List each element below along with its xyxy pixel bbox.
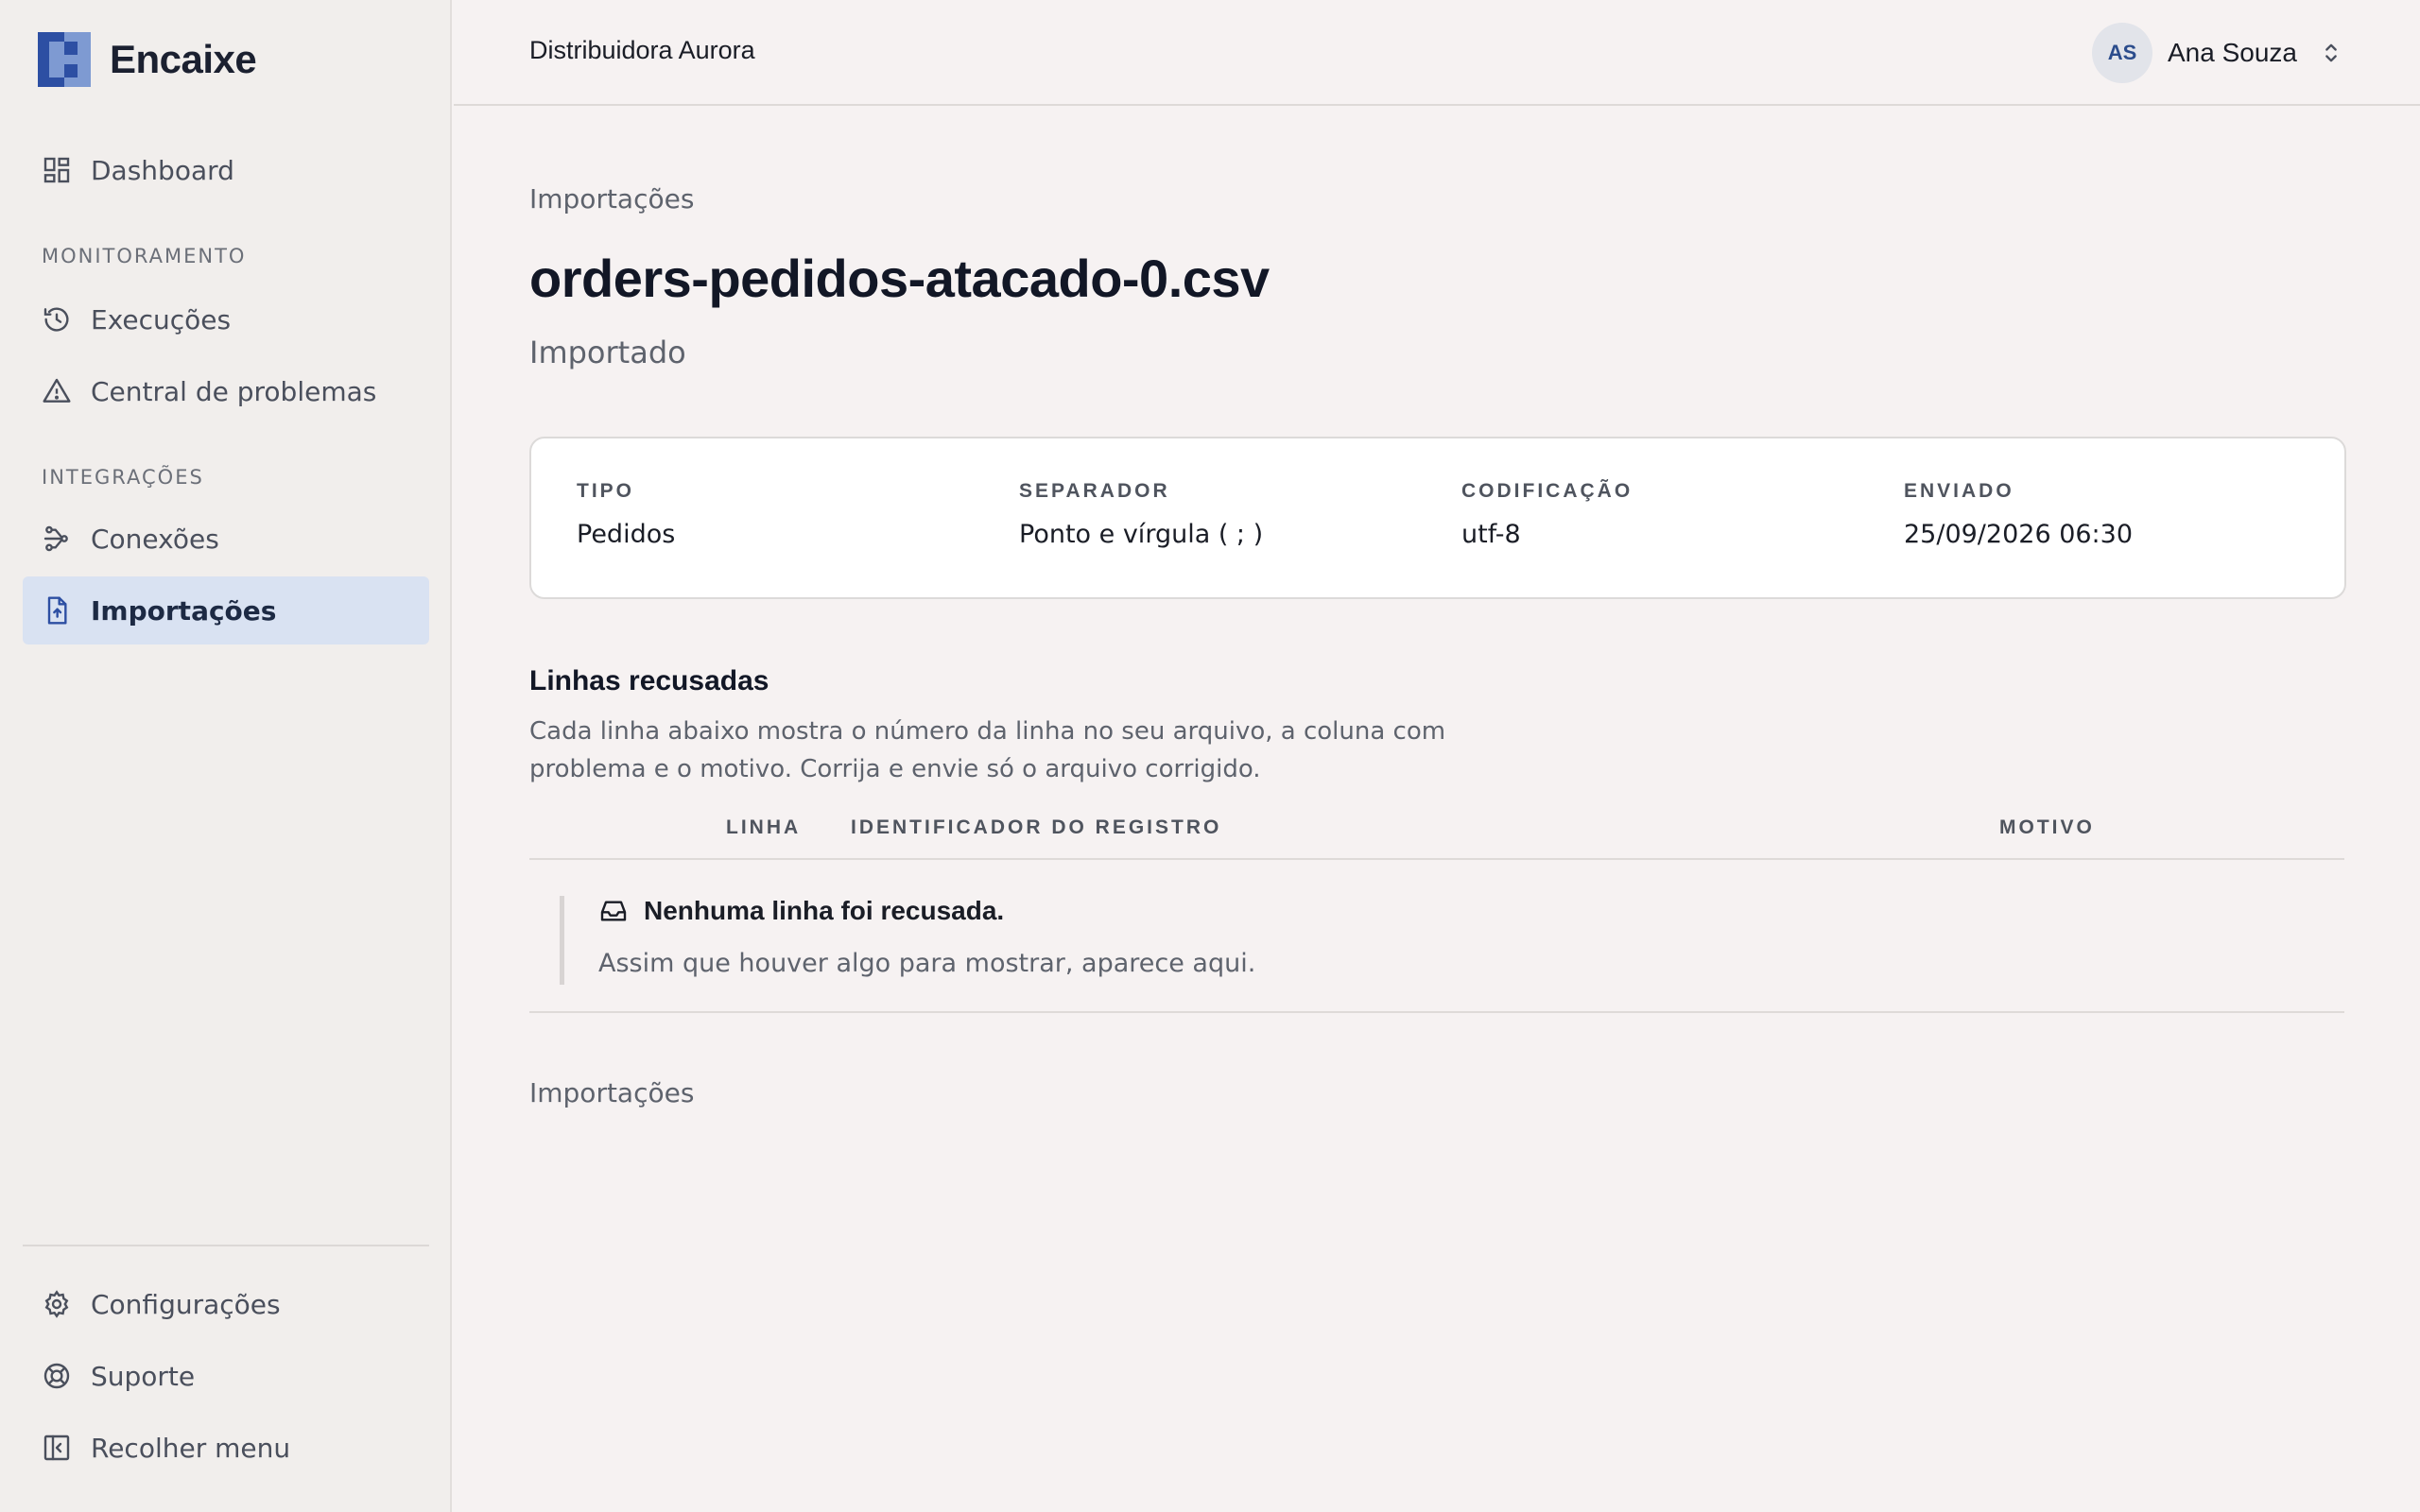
sidebar-item-suporte[interactable]: Suporte bbox=[23, 1342, 429, 1410]
empty-state-title-text: Nenhuma linha foi recusada. bbox=[644, 896, 1005, 925]
sidebar-item-label: Conexões bbox=[91, 523, 219, 555]
sidebar-item-label: Importações bbox=[91, 594, 277, 627]
column-header-line: LINHA bbox=[726, 816, 802, 838]
meta-value: Ponto e vírgula ( ; ) bbox=[1019, 520, 1264, 549]
sidebar-item-central-problemas[interactable]: Central de problemas bbox=[23, 357, 429, 425]
meta-sent: ENVIADO 25/09/2026 06:30 bbox=[1904, 480, 2133, 549]
meta-label: SEPARADOR bbox=[1019, 480, 1170, 502]
sidebar: Encaixe Dashboard MONITORAMENTO Execuçõe… bbox=[0, 0, 452, 1512]
meta-label: TIPO bbox=[577, 480, 635, 502]
sidebar-item-importacoes[interactable]: Importações bbox=[23, 576, 429, 644]
table-divider bbox=[529, 1011, 2344, 1013]
empty-state-subtitle: Assim que houver algo para mostrar, apar… bbox=[598, 949, 1256, 978]
meta-encoding: CODIFICAÇÃO utf-8 bbox=[1461, 480, 1633, 549]
avatar: AS bbox=[2092, 23, 2152, 83]
import-details-card: TIPO Pedidos SEPARADOR Ponto e vírgula (… bbox=[529, 437, 2346, 599]
organization-name: Distribuidora Aurora bbox=[529, 36, 755, 64]
section-integrations: INTEGRAÇÕES bbox=[42, 466, 204, 489]
meta-label: ENVIADO bbox=[1904, 480, 2014, 502]
meta-label: CODIFICAÇÃO bbox=[1461, 480, 1634, 502]
meta-value: Pedidos bbox=[577, 520, 676, 549]
rejected-lines-description: Cada linha abaixo mostra o número da lin… bbox=[529, 717, 1446, 783]
section-monitoring: MONITORAMENTO bbox=[42, 245, 247, 267]
column-header-reason: MOTIVO bbox=[1999, 816, 2095, 838]
connections-icon bbox=[43, 525, 68, 552]
file-upload-icon bbox=[47, 596, 67, 625]
sidebar-item-label: Recolher menu bbox=[91, 1432, 291, 1464]
sidebar-item-label: Configurações bbox=[91, 1288, 281, 1320]
empty-state: Nenhuma linha foi recusada. Assim que ho… bbox=[560, 896, 2167, 985]
inbox-icon bbox=[600, 901, 627, 921]
sidebar-item-label: Central de problemas bbox=[91, 375, 377, 407]
footer-breadcrumb-link[interactable]: Importações bbox=[529, 1077, 694, 1108]
meta-value: utf-8 bbox=[1461, 520, 1521, 549]
sidebar-item-configuracoes[interactable]: Configurações bbox=[23, 1270, 429, 1338]
meta-type: TIPO Pedidos bbox=[577, 480, 675, 549]
collapse-menu-button[interactable]: Recolher menu bbox=[23, 1414, 429, 1482]
brand[interactable]: Encaixe bbox=[38, 32, 257, 87]
chevron-up-down-icon bbox=[2325, 43, 2337, 62]
breadcrumb[interactable]: Importações bbox=[529, 183, 694, 215]
collapse-sidebar-icon bbox=[43, 1435, 70, 1461]
meta-separator: SEPARADOR Ponto e vírgula ( ; ) bbox=[1019, 480, 1263, 549]
empty-state-title: Nenhuma linha foi recusada. bbox=[598, 896, 1004, 926]
brand-name: Encaixe bbox=[110, 37, 257, 81]
history-icon bbox=[43, 307, 69, 332]
rejected-table-header: LINHA IDENTIFICADOR DO REGISTRO MOTIVO bbox=[529, 816, 2344, 860]
column-header-record-id: IDENTIFICADOR DO REGISTRO bbox=[851, 816, 1222, 838]
gear-icon bbox=[44, 1290, 69, 1318]
sidebar-item-label: Execuções bbox=[91, 303, 232, 335]
rejected-lines-title: Linhas recusadas bbox=[529, 665, 769, 696]
sidebar-item-execucoes[interactable]: Execuções bbox=[23, 285, 429, 353]
sidebar-item-label: Suporte bbox=[91, 1360, 196, 1392]
lifebuoy-icon bbox=[43, 1363, 70, 1389]
sidebar-item-dashboard[interactable]: Dashboard bbox=[23, 136, 429, 204]
warning-triangle-icon bbox=[43, 378, 71, 403]
sidebar-item-label: Dashboard bbox=[91, 154, 234, 186]
encaixe-logo-icon bbox=[38, 32, 91, 87]
import-status: Importado bbox=[529, 335, 686, 370]
user-name: Ana Souza bbox=[2168, 38, 2297, 67]
page-title: orders-pedidos-atacado-0.csv bbox=[529, 249, 1270, 308]
sidebar-divider bbox=[23, 1245, 429, 1246]
dashboard-grid-icon bbox=[43, 157, 70, 183]
user-menu-button[interactable]: AS Ana Souza bbox=[2092, 23, 2344, 83]
topbar: Distribuidora Aurora AS Ana Souza bbox=[454, 0, 2420, 106]
meta-value: 25/09/2026 06:30 bbox=[1904, 520, 2134, 549]
sidebar-item-conexoes[interactable]: Conexões bbox=[23, 505, 429, 573]
